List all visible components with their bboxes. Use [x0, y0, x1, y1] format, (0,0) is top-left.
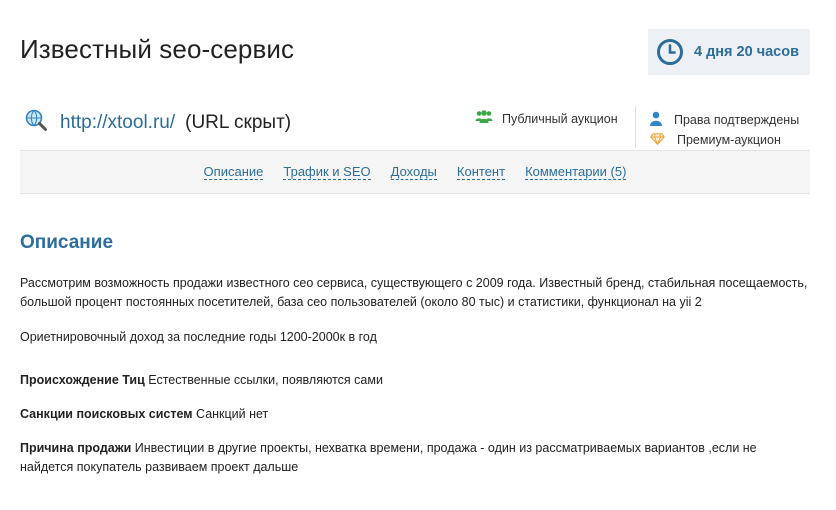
- field-value: Естественные ссылки, появляются сами: [148, 373, 383, 387]
- rights-label: Права подтверждены: [674, 113, 800, 127]
- globe-search-icon: [24, 108, 48, 137]
- user-icon: [650, 111, 662, 129]
- field-tic-origin: Происхождение Тиц Естественные ссылки, п…: [20, 371, 810, 390]
- field-sale-reason: Причина продажи Инвестиции в другие прое…: [20, 439, 810, 477]
- users-group-icon: [475, 110, 493, 127]
- field-value: Санкций нет: [196, 407, 269, 421]
- site-url-link[interactable]: http://xtool.ru/: [60, 112, 175, 134]
- diamond-icon: [650, 132, 665, 148]
- auction-type-badge: Публичный аукцион: [475, 110, 618, 127]
- description-heading: Описание: [20, 232, 114, 253]
- auction-timer: 4 дня 20 часов: [648, 29, 810, 75]
- description-income: Ориетнировочный доход за последние годы …: [20, 330, 377, 344]
- description-body: Рассмотрим возможность продажи известног…: [20, 274, 810, 477]
- timer-text: 4 дня 20 часов: [694, 44, 800, 60]
- field-sanctions: Санкции поисковых систем Санкций нет: [20, 405, 810, 424]
- clock-icon: [656, 38, 684, 66]
- auction-type-label: Публичный аукцион: [502, 111, 618, 126]
- nav-description[interactable]: Описание: [203, 164, 264, 180]
- premium-label: Премиум-аукцион: [677, 133, 781, 147]
- field-value: Инвестиции в другие проекты, нехватка вр…: [20, 441, 757, 474]
- description-intro: Рассмотрим возможность продажи известног…: [20, 276, 808, 309]
- nav-comments[interactable]: Комментарии (5): [525, 164, 627, 180]
- url-hidden-note: (URL скрыт): [185, 111, 292, 133]
- nav-income[interactable]: Доходы: [390, 164, 437, 180]
- rights-badge: Права подтверждены: [650, 110, 799, 130]
- site-info: http://xtool.ru/ (URL скрыт): [24, 108, 291, 137]
- seller-badges: Права подтверждены Премиум-аукцион: [650, 110, 799, 150]
- field-label: Причина продажи: [20, 441, 132, 455]
- field-label: Санкции поисковых систем: [20, 407, 193, 421]
- page-title: Известный seo-сервис: [20, 34, 295, 64]
- field-label: Происхождение Тиц: [20, 373, 145, 387]
- nav-traffic-seo[interactable]: Трафик и SEO: [283, 164, 371, 180]
- nav-content[interactable]: Контент: [456, 164, 506, 180]
- section-nav: Описание Трафик и SEO Доходы Контент Ком…: [20, 150, 810, 194]
- badge-divider: [635, 106, 636, 148]
- premium-badge: Премиум-аукцион: [650, 130, 799, 150]
